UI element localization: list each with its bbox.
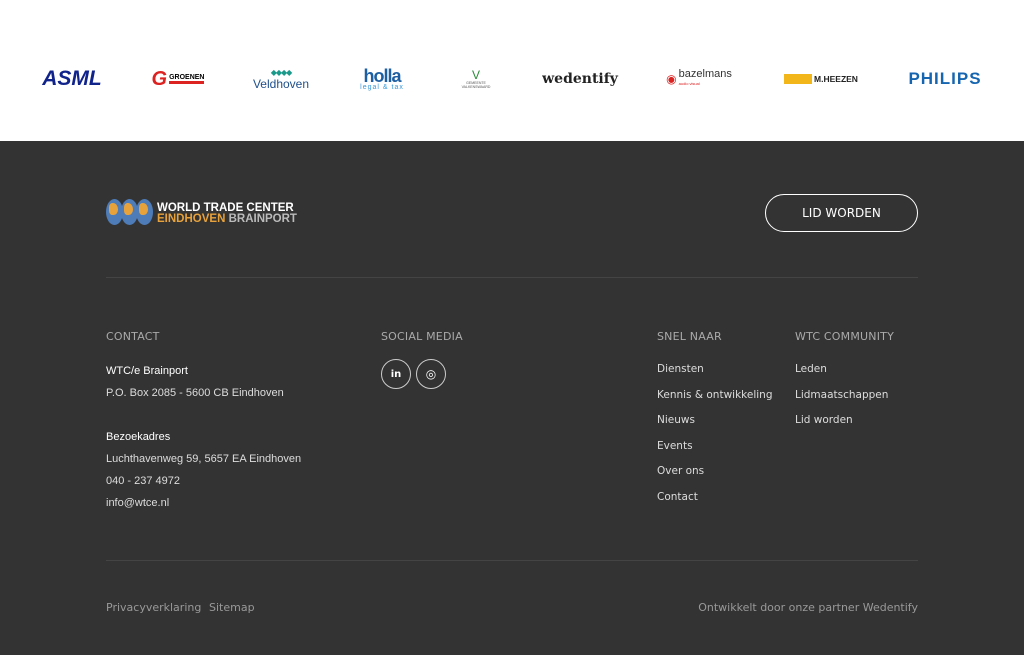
wtc-logo[interactable]: WORLD TRADE CENTER EINDHOVEN BRAINPORT	[106, 199, 297, 229]
visit-label: Bezoekadres	[106, 431, 171, 443]
social-heading: SOCIAL MEDIA	[381, 330, 463, 343]
privacy-link[interactable]: Privacyverklaring	[106, 601, 201, 614]
link-events[interactable]: Events	[657, 440, 693, 452]
link-nieuws[interactable]: Nieuws	[657, 414, 695, 426]
diamonds-icon: ◆◆◆◆	[270, 67, 293, 77]
globe-icon	[106, 199, 153, 229]
link-lid-worden[interactable]: Lid worden	[795, 414, 853, 426]
wedentify-logo[interactable]: wedentify	[542, 60, 618, 98]
link-kennis[interactable]: Kennis & ontwikkeling	[657, 389, 773, 401]
credit-link[interactable]: Ontwikkelt door onze partner Wedentify	[698, 601, 918, 614]
divider	[106, 277, 918, 278]
link-leden[interactable]: Leden	[795, 363, 827, 375]
contact-name: WTC/e Brainport	[106, 365, 188, 377]
linkedin-icon[interactable]: in	[381, 359, 411, 389]
community-heading: WTC COMMUNITY	[795, 330, 895, 343]
divider	[106, 560, 918, 561]
instagram-icon[interactable]: ◎	[416, 359, 446, 389]
philips-logo[interactable]: PHILIPS	[906, 60, 984, 98]
contact-phone[interactable]: 040 - 237 4972	[106, 475, 180, 487]
mh-icon	[784, 74, 813, 84]
v-icon: V	[471, 68, 480, 82]
lid-worden-button[interactable]: LID WORDEN	[765, 194, 918, 232]
contact-heading: CONTACT	[106, 330, 160, 343]
link-diensten[interactable]: Diensten	[657, 363, 704, 375]
contact-address: Luchthavenweg 59, 5657 EA Eindhoven	[106, 453, 302, 465]
valkenswaard-logo[interactable]: V GEMEENTE VALKENSWAARD	[452, 60, 500, 98]
footer: WORLD TRADE CENTER EINDHOVEN BRAINPORT LI…	[0, 141, 1024, 655]
snel-heading: SNEL NAAR	[657, 330, 722, 343]
link-contact[interactable]: Contact	[657, 491, 698, 503]
partner-logos: ASML G GROENEN ◆◆◆◆ Veldhoven holla legal &…	[0, 0, 1024, 141]
groenen-g-icon: G	[151, 67, 168, 90]
groenen-logo[interactable]: G GROENEN	[151, 60, 205, 98]
holla-logo[interactable]: holla legal & tax	[358, 60, 406, 98]
asml-logo[interactable]: ASML	[40, 60, 104, 98]
link-over-ons[interactable]: Over ons	[657, 465, 704, 477]
sitemap-link[interactable]: Sitemap	[209, 601, 255, 614]
contact-email[interactable]: info@wtce.nl	[106, 497, 169, 509]
bazelmans-logo[interactable]: ◉ bazelmans audio visual	[662, 60, 736, 98]
contact-pobox: P.O. Box 2085 - 5600 CB Eindhoven	[106, 387, 284, 399]
sound-icon: ◉	[666, 72, 677, 86]
link-lidmaatschappen[interactable]: Lidmaatschappen	[795, 389, 888, 401]
mheezen-logo[interactable]: M.HEEZEN	[782, 60, 860, 98]
veldhoven-logo[interactable]: ◆◆◆◆ Veldhoven	[250, 60, 312, 98]
